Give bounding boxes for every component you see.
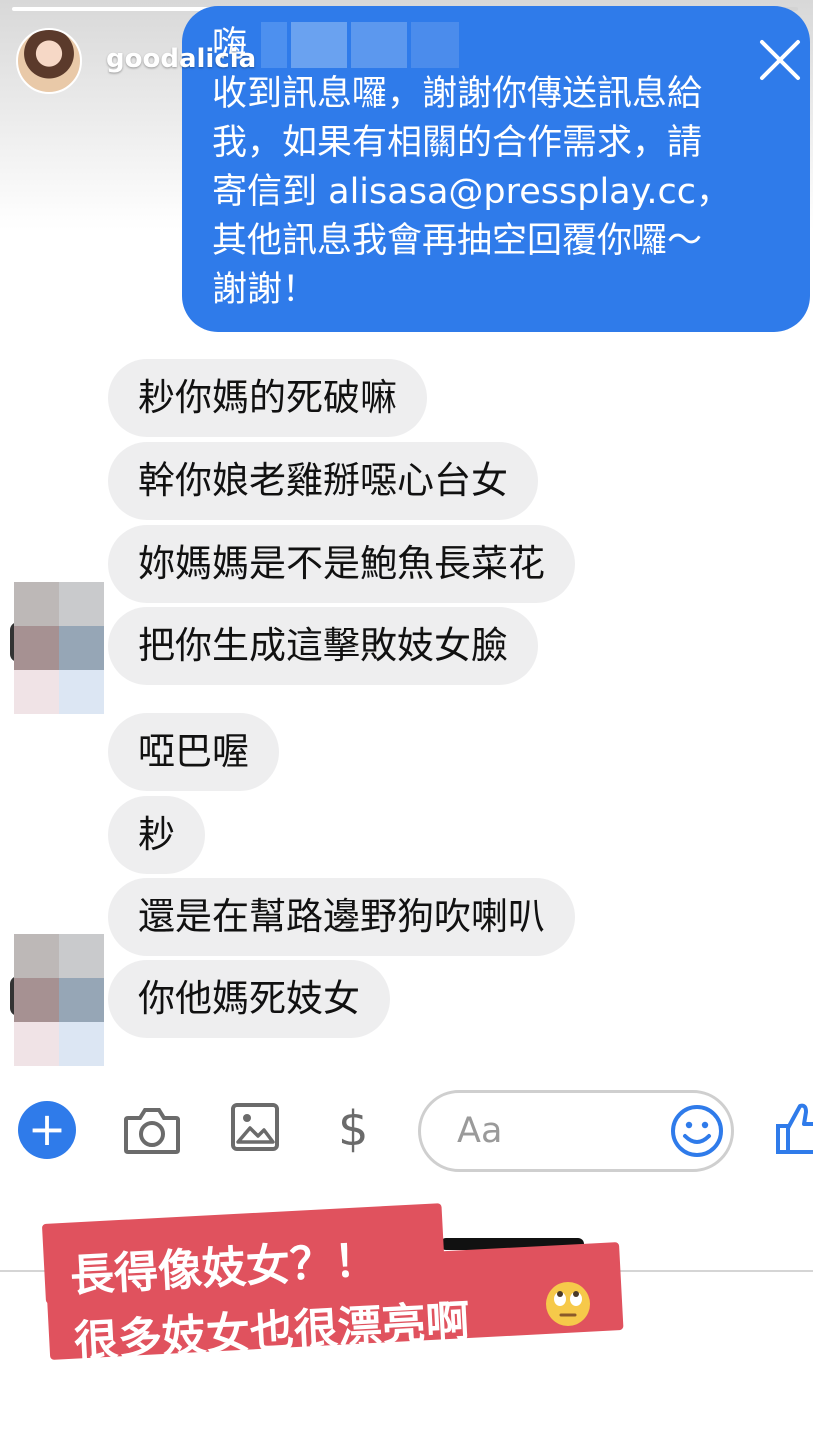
message-input[interactable]: Aa <box>418 1090 734 1172</box>
message-bubble: 還是在幫路邊野狗吹喇叭 <box>108 878 575 956</box>
auto-reply-line: 我，如果有相關的合作需求，請 <box>212 123 703 163</box>
message-input-placeholder: Aa <box>457 1111 503 1151</box>
blurred-name <box>291 22 348 68</box>
auto-reply-line: 其他訊息我會再抽空回覆你囉～ <box>212 221 703 261</box>
plus-icon[interactable]: + <box>18 1101 76 1159</box>
message-bubble: 啞巴喔 <box>108 713 279 791</box>
sender-avatar-pixelated <box>14 934 104 1066</box>
message-bubble: 把你生成這擊敗妓女臉 <box>108 607 538 685</box>
sender-avatar-pixelated <box>14 582 104 714</box>
message-bubble: 妳媽媽是不是鮑魚長菜花 <box>108 525 575 603</box>
dollar-icon[interactable]: $ <box>338 1098 369 1160</box>
auto-reply-bubble: 嗨 收到訊息囉，謝謝你傳送訊息給 我，如果有相關的合作需求，請 寄信到 alis… <box>182 6 810 332</box>
eye-roll-emoji-icon <box>544 1280 592 1328</box>
message-bubble: 耖 <box>108 796 205 874</box>
image-icon[interactable] <box>230 1102 290 1160</box>
camera-icon[interactable] <box>122 1102 182 1160</box>
blurred-name <box>411 22 460 68</box>
auto-reply-line: 寄信到 alisasa@pressplay.cc， <box>212 172 731 212</box>
message-bubble: 你他媽死妓女 <box>108 960 390 1038</box>
blurred-name <box>351 22 408 68</box>
auto-reply-line: 謝謝！ <box>212 270 318 310</box>
message-bubble: 耖你媽的死破嘛 <box>108 359 427 437</box>
message-bubble: 幹你娘老雞掰噁心台女 <box>108 442 538 520</box>
story-avatar[interactable] <box>16 28 82 94</box>
thumbs-up-icon[interactable] <box>772 1098 813 1158</box>
smile-icon[interactable] <box>669 1103 725 1159</box>
blurred-name <box>261 22 288 68</box>
close-icon[interactable] <box>756 36 804 84</box>
caption-sticker: 長得像妓女？！ 很多妓女也很漂亮啊 <box>41 1202 626 1374</box>
story-username[interactable]: goodalicia <box>106 44 256 74</box>
auto-reply-line: 收到訊息囉，謝謝你傳送訊息給 <box>212 74 703 114</box>
